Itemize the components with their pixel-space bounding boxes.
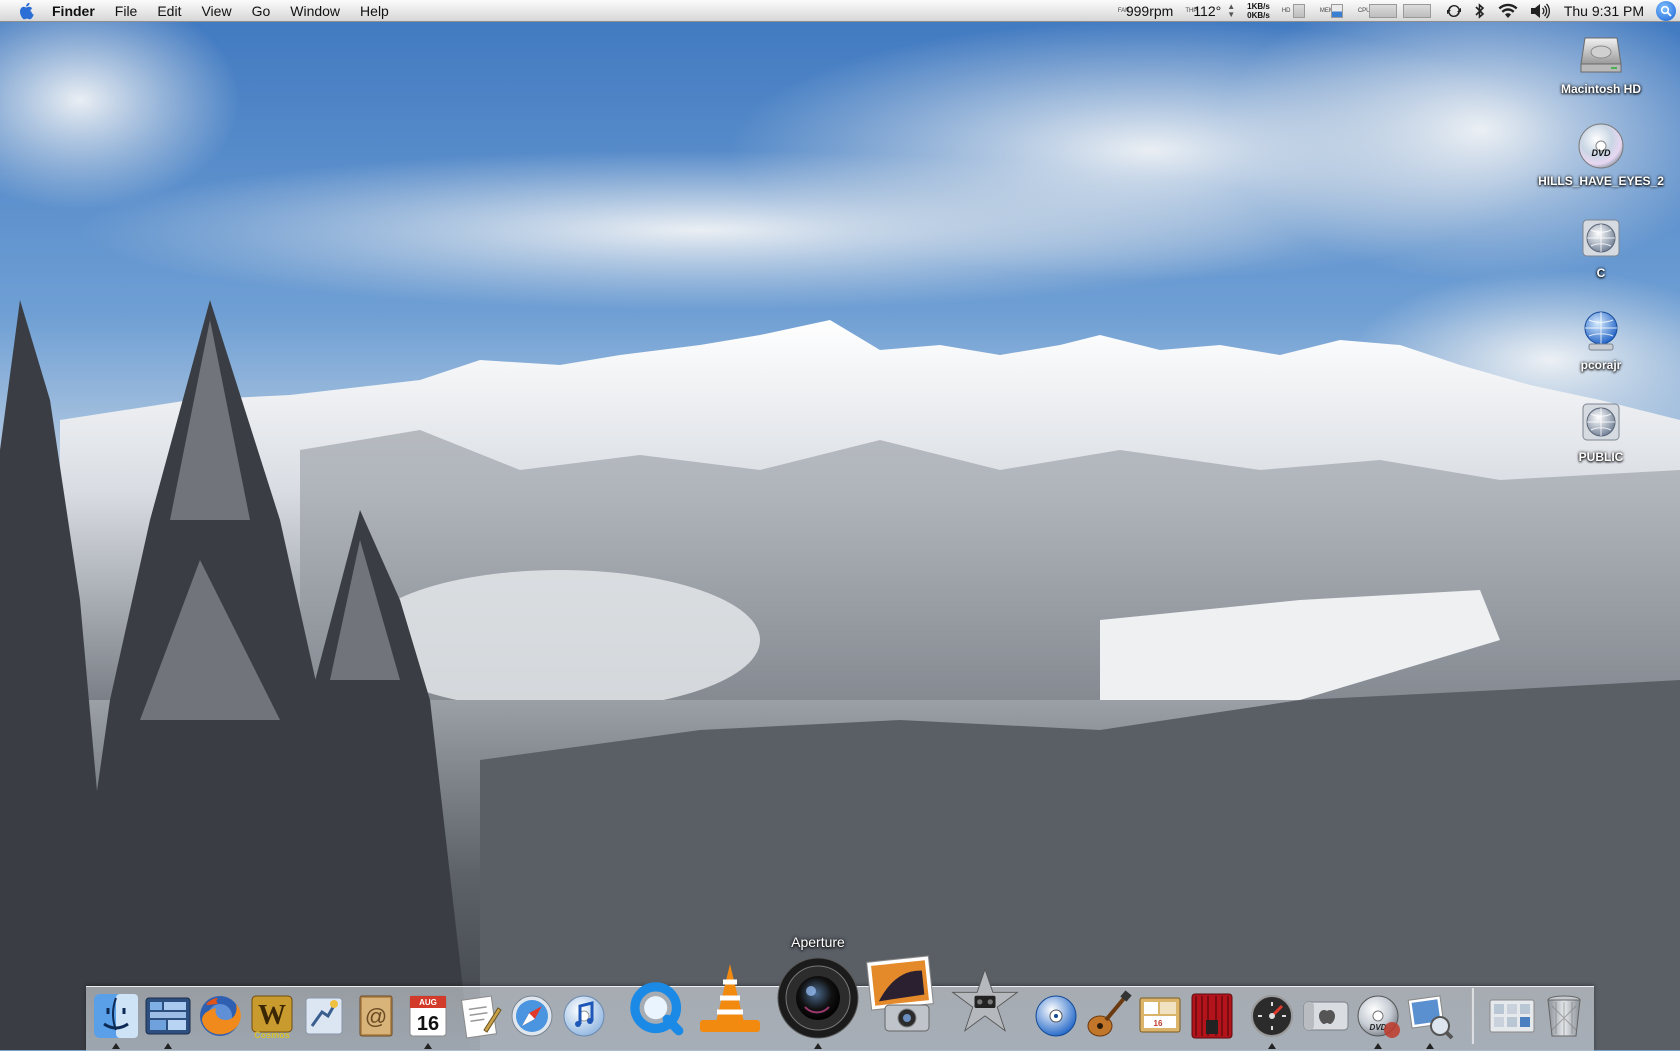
desktop-icon-label: pcorajr (1580, 358, 1622, 372)
dock-ical-icon[interactable]: AUG 16 (402, 990, 454, 1042)
dock-front-row-icon[interactable] (1186, 990, 1238, 1042)
desktop-icon-macintosh-hd[interactable]: Macintosh HD (1531, 30, 1671, 96)
network-volume-icon (1577, 398, 1625, 446)
desktop-icon-public[interactable]: PUBLIC (1531, 398, 1671, 464)
dock-trash-icon[interactable] (1538, 990, 1590, 1042)
running-indicator (814, 1043, 822, 1049)
dock-dashboard-icon[interactable] (142, 990, 194, 1042)
spotlight-icon[interactable] (1656, 0, 1676, 21)
menu-edit[interactable]: Edit (147, 0, 191, 22)
temperature-status[interactable]: THP 112° ▲ ▼ (1179, 0, 1241, 22)
desktop-icon-pcorajr[interactable]: pcorajr (1531, 306, 1671, 372)
menu-file[interactable]: File (105, 0, 148, 22)
disk-meter[interactable]: HD (1276, 3, 1314, 18)
ical-month: AUG (419, 998, 437, 1007)
dock-tooltip: Aperture (791, 934, 845, 950)
dvd-icon: DVD (1577, 122, 1625, 170)
dock-preview-icon[interactable] (1404, 990, 1456, 1042)
dock-imovie-icon[interactable] (950, 966, 1020, 1036)
dock-photo-library-icon[interactable]: 16 (1134, 990, 1186, 1042)
dock-firefox-icon[interactable] (194, 990, 246, 1042)
cpu-meter[interactable]: CPU (1352, 3, 1440, 18)
cpu-label: CPU (1357, 7, 1371, 14)
dock-documents-icon[interactable] (1486, 990, 1538, 1042)
menu-window[interactable]: Window (280, 0, 350, 22)
fan-speed-value: 999rpm (1125, 2, 1174, 19)
volume-icon[interactable] (1524, 3, 1556, 19)
running-indicator (112, 1043, 120, 1049)
running-indicator (1268, 1043, 1276, 1049)
memory-label: MEM (1319, 7, 1334, 14)
dock-dvd-studio-icon[interactable] (1030, 990, 1082, 1042)
net-down-value: 0KB/s (1247, 10, 1270, 20)
menu-go[interactable]: Go (242, 0, 281, 22)
dock-vlc-icon[interactable] (690, 958, 770, 1038)
hard-drive-icon (1577, 30, 1625, 78)
running-indicator (164, 1043, 172, 1049)
dock-itunes-icon[interactable] (558, 990, 610, 1042)
menu-view[interactable]: View (191, 0, 241, 22)
network-volume-icon (1577, 214, 1625, 262)
temperature-arrows-icon: ▲ ▼ (1227, 1, 1236, 19)
dock-boot-camp-icon[interactable] (1300, 990, 1352, 1042)
cpu-meter-bar-1 (1368, 3, 1397, 18)
dock-finder-icon[interactable] (90, 990, 142, 1042)
dock-textedit-icon[interactable] (454, 990, 506, 1042)
sync-icon[interactable] (1440, 3, 1468, 19)
running-indicator (1374, 1043, 1382, 1049)
apple-icon[interactable] (16, 0, 38, 22)
desktop-icon-c[interactable]: C (1531, 214, 1671, 280)
svg-text:@: @ (365, 1004, 387, 1029)
disk-meter-bar (1292, 3, 1305, 18)
svg-text:W: W (258, 1000, 286, 1031)
desktop-icon-label: HILLS_HAVE_EYES_2 (1538, 174, 1664, 188)
temperature-value: 112° (1193, 2, 1222, 19)
dock-cosmos-icon[interactable]: W Cosmos (246, 990, 298, 1042)
fan-label: FAN (1117, 7, 1130, 14)
menu-extras: FAN 999rpm THP 112° ▲ ▼ 1KB/s 0KB/s HD ME… (1112, 0, 1680, 22)
net-up-value: 1KB/s (1247, 1, 1270, 11)
dock-gauge-app-icon[interactable] (1246, 990, 1298, 1042)
wifi-icon[interactable] (1492, 3, 1524, 19)
svg-text:DVD: DVD (1591, 148, 1611, 158)
running-indicator (424, 1043, 432, 1049)
ical-day: 16 (417, 1013, 439, 1035)
desktop-icon-hills-have-eyes-2[interactable]: DVD HILLS_HAVE_EYES_2 (1531, 122, 1671, 188)
svg-text:Cosmos: Cosmos (254, 1030, 290, 1040)
dock-garageband-icon[interactable] (1082, 990, 1134, 1042)
dock-aperture-icon[interactable] (775, 955, 861, 1041)
network-volume-icon (1577, 306, 1625, 354)
menubar-clock[interactable]: Thu 9:31 PM (1556, 0, 1656, 22)
disk-label: HD (1281, 7, 1291, 14)
desktop-icon-label: C (1596, 266, 1606, 280)
running-indicator (1426, 1043, 1434, 1049)
menu-bar: Finder File Edit View Go Window Help FAN… (0, 0, 1680, 22)
bluetooth-icon[interactable] (1468, 2, 1492, 19)
dock-separator (1471, 988, 1474, 1044)
menu-finder[interactable]: Finder (38, 0, 105, 22)
dock-iphoto-icon[interactable] (863, 955, 943, 1035)
dock-bird-app-icon[interactable] (298, 990, 350, 1042)
dock-quicktime-icon[interactable] (628, 980, 688, 1040)
dock-address-book-icon[interactable]: @ (350, 990, 402, 1042)
cpu-meter-bar-2 (1402, 3, 1431, 18)
svg-text:16: 16 (1154, 1019, 1163, 1028)
dock-dvd-player-icon[interactable]: DVD (1352, 990, 1404, 1042)
desktop-icon-label: Macintosh HD (1560, 82, 1641, 96)
memory-meter[interactable]: MEM (1314, 3, 1352, 18)
menu-help[interactable]: Help (350, 0, 399, 22)
fan-speed-status[interactable]: FAN 999rpm (1112, 0, 1179, 22)
temp-label: THP (1185, 7, 1198, 14)
desktop-wallpaper (0, 0, 1680, 1050)
dock-safari-icon[interactable] (506, 990, 558, 1042)
network-status[interactable]: 1KB/s 0KB/s (1241, 2, 1276, 20)
memory-meter-bar (1330, 3, 1343, 18)
desktop-icon-label: PUBLIC (1578, 450, 1624, 464)
